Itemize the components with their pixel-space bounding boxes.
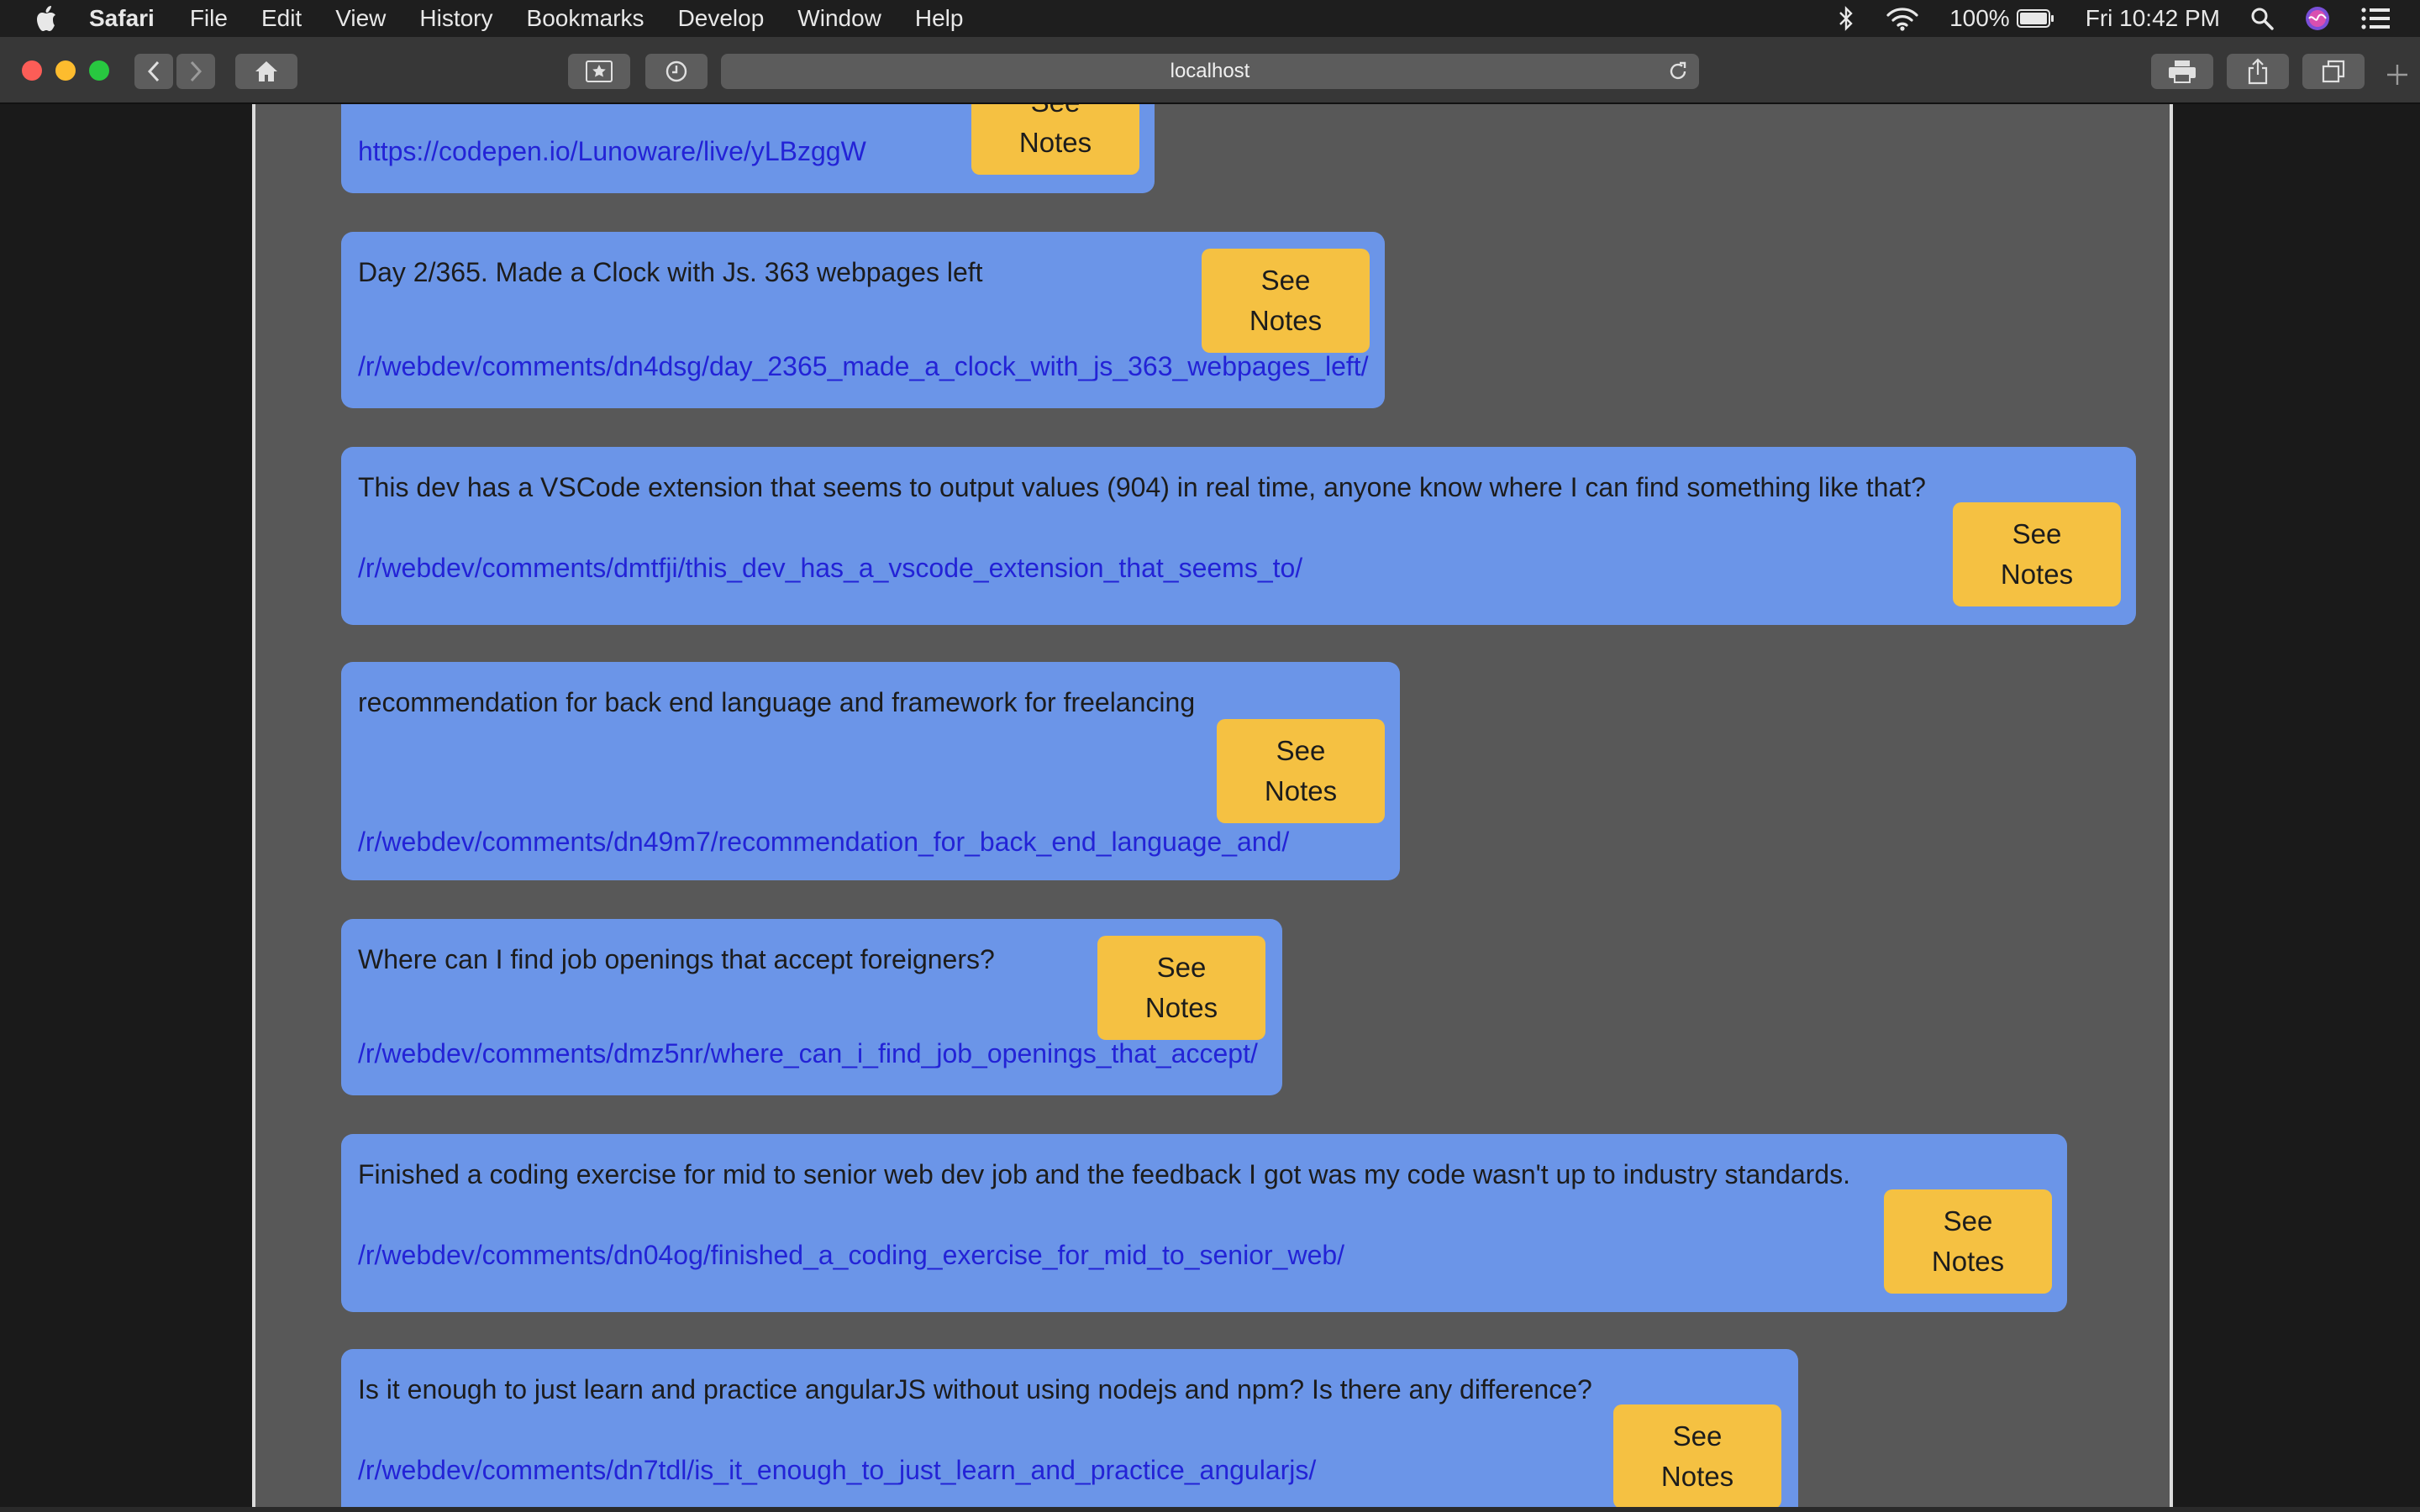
post-link[interactable]: /r/webdev/comments/dmtfji/this_dev_has_a… — [358, 553, 1302, 584]
chevron-left-icon — [147, 60, 160, 82]
show-sidebar-bookmarks-button[interactable] — [568, 54, 630, 89]
back-button[interactable] — [134, 54, 173, 89]
post-card: recommendation for back end language and… — [341, 662, 1400, 880]
post-title: Where can I find job openings that accep… — [358, 944, 995, 974]
apple-menu-icon[interactable] — [34, 3, 62, 34]
see-notes-button[interactable]: See Notes — [1613, 1404, 1781, 1507]
history-button[interactable] — [645, 54, 708, 89]
notification-center-icon[interactable] — [2361, 8, 2390, 29]
post-card: Is it enough to just learn and practice … — [341, 1349, 1798, 1507]
forward-button[interactable] — [176, 54, 215, 89]
print-button[interactable] — [2151, 54, 2213, 89]
see-notes-label-line2: Notes — [2000, 559, 2074, 590]
see-notes-label-line1: See — [1276, 735, 1326, 766]
post-card: Finished a coding exercise for mid to se… — [341, 1134, 2067, 1312]
battery-percent: 100% — [1949, 5, 2010, 31]
app-menu-safari[interactable]: Safari — [89, 5, 155, 32]
home-icon — [255, 61, 277, 81]
see-notes-label-line1: See — [1260, 265, 1311, 296]
menu-bar: Safari File Edit View History Bookmarks … — [0, 0, 2420, 37]
browser-toolbar: localhost — [0, 37, 2420, 104]
menu-clock[interactable]: Fri 10:42 PM — [2086, 5, 2220, 32]
see-notes-label-line2: Notes — [1931, 1246, 2005, 1277]
post-title: Is it enough to just learn and practice … — [358, 1374, 1592, 1404]
clock-icon — [666, 60, 687, 82]
post-link[interactable]: /r/webdev/comments/dn49m7/recommendation… — [358, 827, 1289, 858]
see-notes-label-line2: Notes — [1660, 1461, 1734, 1492]
see-notes-button[interactable]: See Notes — [971, 104, 1139, 175]
post-link[interactable]: /r/webdev/comments/dmz5nr/where_can_i_fi… — [358, 1038, 1258, 1069]
menu-history[interactable]: History — [419, 5, 492, 32]
tab-overview-button[interactable] — [2302, 54, 2365, 89]
window-close-button[interactable] — [22, 60, 42, 81]
reload-icon[interactable] — [1667, 60, 1689, 82]
post-title: Finished a coding exercise for mid to se… — [358, 1159, 1850, 1189]
post-card: Day 2/365. Made a Clock with Js. 363 web… — [341, 232, 1385, 408]
post-link[interactable]: /r/webdev/comments/dn4dsg/day_2365_made_… — [358, 351, 1369, 382]
window-minimize-button[interactable] — [55, 60, 76, 81]
post-title: recommendation for back end language and… — [358, 687, 1196, 717]
menu-bookmarks[interactable]: Bookmarks — [527, 5, 644, 32]
see-notes-button[interactable]: See Notes — [1202, 249, 1370, 353]
post-card: This dev has a VSCode extension that see… — [341, 447, 2136, 625]
see-notes-button[interactable]: See Notes — [1953, 502, 2121, 606]
share-icon — [2248, 58, 2268, 85]
web-content: https://codepen.io/Lunoware/live/yLBzggW… — [0, 104, 2420, 1507]
post-link[interactable]: /r/webdev/comments/dn04og/finished_a_cod… — [358, 1240, 1344, 1271]
post-card: Where can I find job openings that accep… — [341, 919, 1282, 1095]
home-button[interactable] — [235, 54, 297, 89]
wifi-icon[interactable] — [1886, 6, 1919, 31]
chevron-right-icon — [190, 60, 203, 82]
see-notes-label-line1: See — [2012, 518, 2062, 549]
address-bar[interactable]: localhost — [721, 54, 1699, 89]
see-notes-label-line2: Notes — [1249, 305, 1323, 336]
post-link[interactable]: /r/webdev/comments/dn7tdl/is_it_enough_t… — [358, 1455, 1316, 1486]
menu-edit[interactable]: Edit — [261, 5, 302, 32]
window-bottom-edge — [0, 1507, 2420, 1512]
new-tab-plus-icon[interactable] — [2385, 62, 2410, 87]
see-notes-label-line2: Notes — [1018, 127, 1092, 158]
window-fullscreen-button[interactable] — [89, 60, 109, 81]
post-card: https://codepen.io/Lunoware/live/yLBzggW… — [341, 104, 1155, 193]
posts-panel: https://codepen.io/Lunoware/live/yLBzggW… — [252, 104, 2173, 1507]
see-notes-label-line1: See — [1672, 1420, 1723, 1452]
tabs-icon — [2322, 60, 2345, 83]
post-title: Day 2/365. Made a Clock with Js. 363 web… — [358, 257, 983, 287]
printer-icon — [2169, 60, 2196, 83]
menu-file[interactable]: File — [190, 5, 228, 32]
see-notes-label-line2: Notes — [1144, 992, 1218, 1023]
see-notes-label-line2: Notes — [1264, 775, 1338, 806]
battery-icon — [2016, 9, 2054, 28]
see-notes-label-line1: See — [1156, 952, 1207, 983]
menu-develop[interactable]: Develop — [678, 5, 765, 32]
address-bar-url: localhost — [1170, 60, 1250, 82]
siri-icon[interactable] — [2304, 5, 2331, 32]
battery-indicator[interactable]: 100% — [1949, 5, 2055, 32]
see-notes-label-line1: See — [1943, 1205, 1993, 1236]
see-notes-button[interactable]: See Notes — [1097, 936, 1265, 1040]
post-link[interactable]: https://codepen.io/Lunoware/live/yLBzggW — [358, 136, 866, 167]
menu-help[interactable]: Help — [915, 5, 964, 32]
menu-window[interactable]: Window — [797, 5, 881, 32]
see-notes-button[interactable]: See Notes — [1217, 719, 1385, 823]
bluetooth-icon[interactable] — [1837, 6, 1855, 31]
see-notes-label-line1: See — [971, 104, 1139, 123]
menu-view[interactable]: View — [335, 5, 386, 32]
bookmarks-star-icon — [586, 60, 613, 82]
spotlight-search-icon[interactable] — [2250, 7, 2274, 30]
share-button[interactable] — [2227, 54, 2289, 89]
see-notes-button[interactable]: See Notes — [1884, 1189, 2052, 1294]
post-title: This dev has a VSCode extension that see… — [358, 472, 1926, 502]
